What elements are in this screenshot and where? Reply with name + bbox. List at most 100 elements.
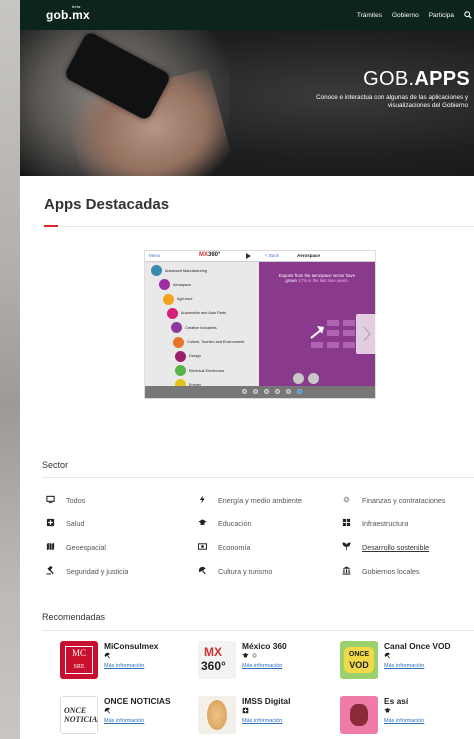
gear-icon (343, 496, 350, 503)
carousel-sector-item: Creative Industries (171, 322, 217, 334)
sector-filter-label: Educación (218, 519, 252, 528)
bolt-icon (199, 495, 205, 504)
sector-filter-label: Salud (66, 519, 85, 528)
graduation-cap-icon (242, 653, 249, 658)
more-info-link[interactable]: Más información (384, 663, 424, 669)
nav-link-tramites[interactable]: Trámites (357, 12, 382, 19)
carousel-dot[interactable] (297, 389, 302, 394)
app-thumbnail[interactable] (198, 696, 236, 734)
site-logo[interactable]: gob.mx beta (46, 4, 90, 22)
more-info-link[interactable]: Más información (242, 718, 282, 724)
carousel-sector-label: Automotive and Auto Parts (181, 311, 226, 316)
umbrella-icon (384, 652, 390, 659)
app-sector-icons (384, 652, 393, 659)
sector-circle-icon (171, 322, 182, 334)
money-icon (198, 543, 207, 550)
mx360-logo: MX360° (199, 252, 221, 258)
plant-icon (342, 542, 351, 551)
section-title-featured: Apps Destacadas (44, 196, 170, 213)
app-thumbnail[interactable]: ONCE VOD (340, 641, 378, 679)
app-name: Es así (384, 696, 409, 706)
more-info-link[interactable]: Más información (242, 663, 282, 669)
sector-filter-educación[interactable]: Educación (198, 519, 252, 528)
divider (42, 630, 474, 631)
divider (42, 477, 474, 478)
sector-circle-icon (167, 307, 178, 319)
carousel-headline: Exports from the aerospace sector have g… (278, 273, 356, 283)
carousel-dot[interactable] (253, 389, 258, 394)
app-thumbnail[interactable]: ONCENOTICIAS (60, 696, 98, 734)
nav-link-gobierno[interactable]: Gobierno (392, 12, 419, 19)
sector-filter-salud[interactable]: Salud (46, 518, 85, 528)
section-title-sector: Sector (42, 460, 69, 470)
sector-filter-geoespacial[interactable]: Geoespacial (46, 542, 106, 552)
carousel-sector-item: Design (175, 350, 201, 362)
sector-filter-label: Todos (66, 496, 86, 505)
carousel-app-topbar: Menu MX360° < Back Aerospace (145, 251, 375, 262)
carousel-dot[interactable] (275, 389, 280, 394)
sector-filter-desarrollo-sostenible[interactable]: Desarrollo sostenible (342, 542, 429, 552)
top-navbar: gob.mx beta Trámites Gobierno Participa (20, 0, 474, 30)
app-card[interactable]: MC SRE MiConsulmex Más información (60, 641, 190, 681)
more-info-link[interactable]: Más información (104, 663, 144, 669)
app-name: IMSS Digital (242, 696, 291, 706)
background-strip (0, 0, 20, 739)
carousel-sector-item: Aerospace (159, 279, 192, 291)
app-sector-icons (242, 652, 260, 659)
umbrella-icon (104, 707, 110, 714)
carousel-sector-label: Aerospace (173, 282, 192, 287)
carousel-sector-label: Agri-food (177, 297, 193, 302)
sector-circle-icon (175, 365, 186, 377)
app-thumbnail[interactable]: MX 360° (198, 641, 236, 679)
sector-filter-todos[interactable]: Todos (46, 495, 86, 505)
carousel-screen-title: Aerospace (297, 253, 321, 258)
hero-banner: GOB.APPS Conoce e interactua con algunas… (20, 30, 474, 176)
star-icon (308, 373, 319, 384)
sector-filter-infraestructura[interactable]: Infraestructura (342, 518, 408, 528)
sector-filter-economía[interactable]: Economía (198, 543, 251, 552)
carousel-sector-label: Advanced Manufacturing (165, 268, 208, 273)
sector-filter-label: Gobiernos locales (362, 567, 420, 576)
plus-icon (46, 518, 55, 527)
app-card[interactable]: IMSS Digital Más información (198, 696, 328, 736)
sector-filter-cultura-y-turismo[interactable]: Cultura y turismo (198, 566, 273, 576)
plus-icon (242, 707, 249, 714)
more-info-link[interactable]: Más información (384, 718, 424, 724)
sector-filter-energía-y-medio-ambiente[interactable]: Energía y medio ambiente (199, 495, 302, 505)
app-card[interactable]: ONCE VOD Canal Once VOD Más información (340, 641, 470, 681)
page: gob.mx beta Trámites Gobierno Participa … (20, 0, 474, 739)
carousel-dot[interactable] (264, 389, 269, 394)
app-card[interactable]: MX 360° México 360 Más información (198, 641, 328, 681)
featured-carousel[interactable]: Menu MX360° < Back Aerospace Advanced Ma… (144, 250, 376, 399)
carousel-dot[interactable] (242, 389, 247, 394)
app-sector-icons (242, 707, 251, 714)
logo-text: gob.mx (46, 8, 90, 22)
sector-filter-gobiernos-locales[interactable]: Gobiernos locales (342, 566, 420, 576)
sector-filter-label: Economía (218, 543, 251, 552)
app-card[interactable]: ONCENOTICIAS ONCE NOTICIAS Más información (60, 696, 190, 736)
app-thumbnail[interactable]: MC SRE (60, 641, 98, 679)
sector-filter-label: Finanzas y contrataciones (362, 496, 446, 505)
sector-circle-icon (173, 336, 184, 348)
app-thumbnail[interactable] (340, 696, 378, 734)
search-icon[interactable] (464, 11, 472, 19)
play-icon (246, 253, 251, 259)
carousel-sector-item: Culture, Tourism and Environment (173, 336, 244, 348)
carousel-sector-label: Creative Industries (185, 325, 217, 330)
carousel-dot[interactable] (286, 389, 291, 394)
more-info-link[interactable]: Más información (104, 718, 144, 724)
nav-link-participa[interactable]: Participa (429, 12, 454, 19)
carousel-sector-label: Design (189, 354, 201, 359)
nav-links: Trámites Gobierno Participa (347, 0, 474, 30)
sector-filter-label: Cultura y turismo (218, 567, 273, 576)
carousel-sector-item: Agri-food (163, 293, 193, 305)
app-card[interactable]: Es así Más información (340, 696, 470, 736)
gavel-icon (46, 566, 54, 575)
sector-filter-label: Energía y medio ambiente (218, 496, 302, 505)
sector-filter-finanzas-y-contrataciones[interactable]: Finanzas y contrataciones (343, 496, 446, 505)
app-name: ONCE NOTICIAS (104, 696, 171, 706)
logo-beta: beta (72, 4, 81, 9)
carousel-next-button[interactable] (356, 314, 378, 354)
sector-filter-seguridad-y-justicia[interactable]: Seguridad y justicia (46, 566, 128, 576)
sector-filter-label: Geoespacial (66, 543, 106, 552)
